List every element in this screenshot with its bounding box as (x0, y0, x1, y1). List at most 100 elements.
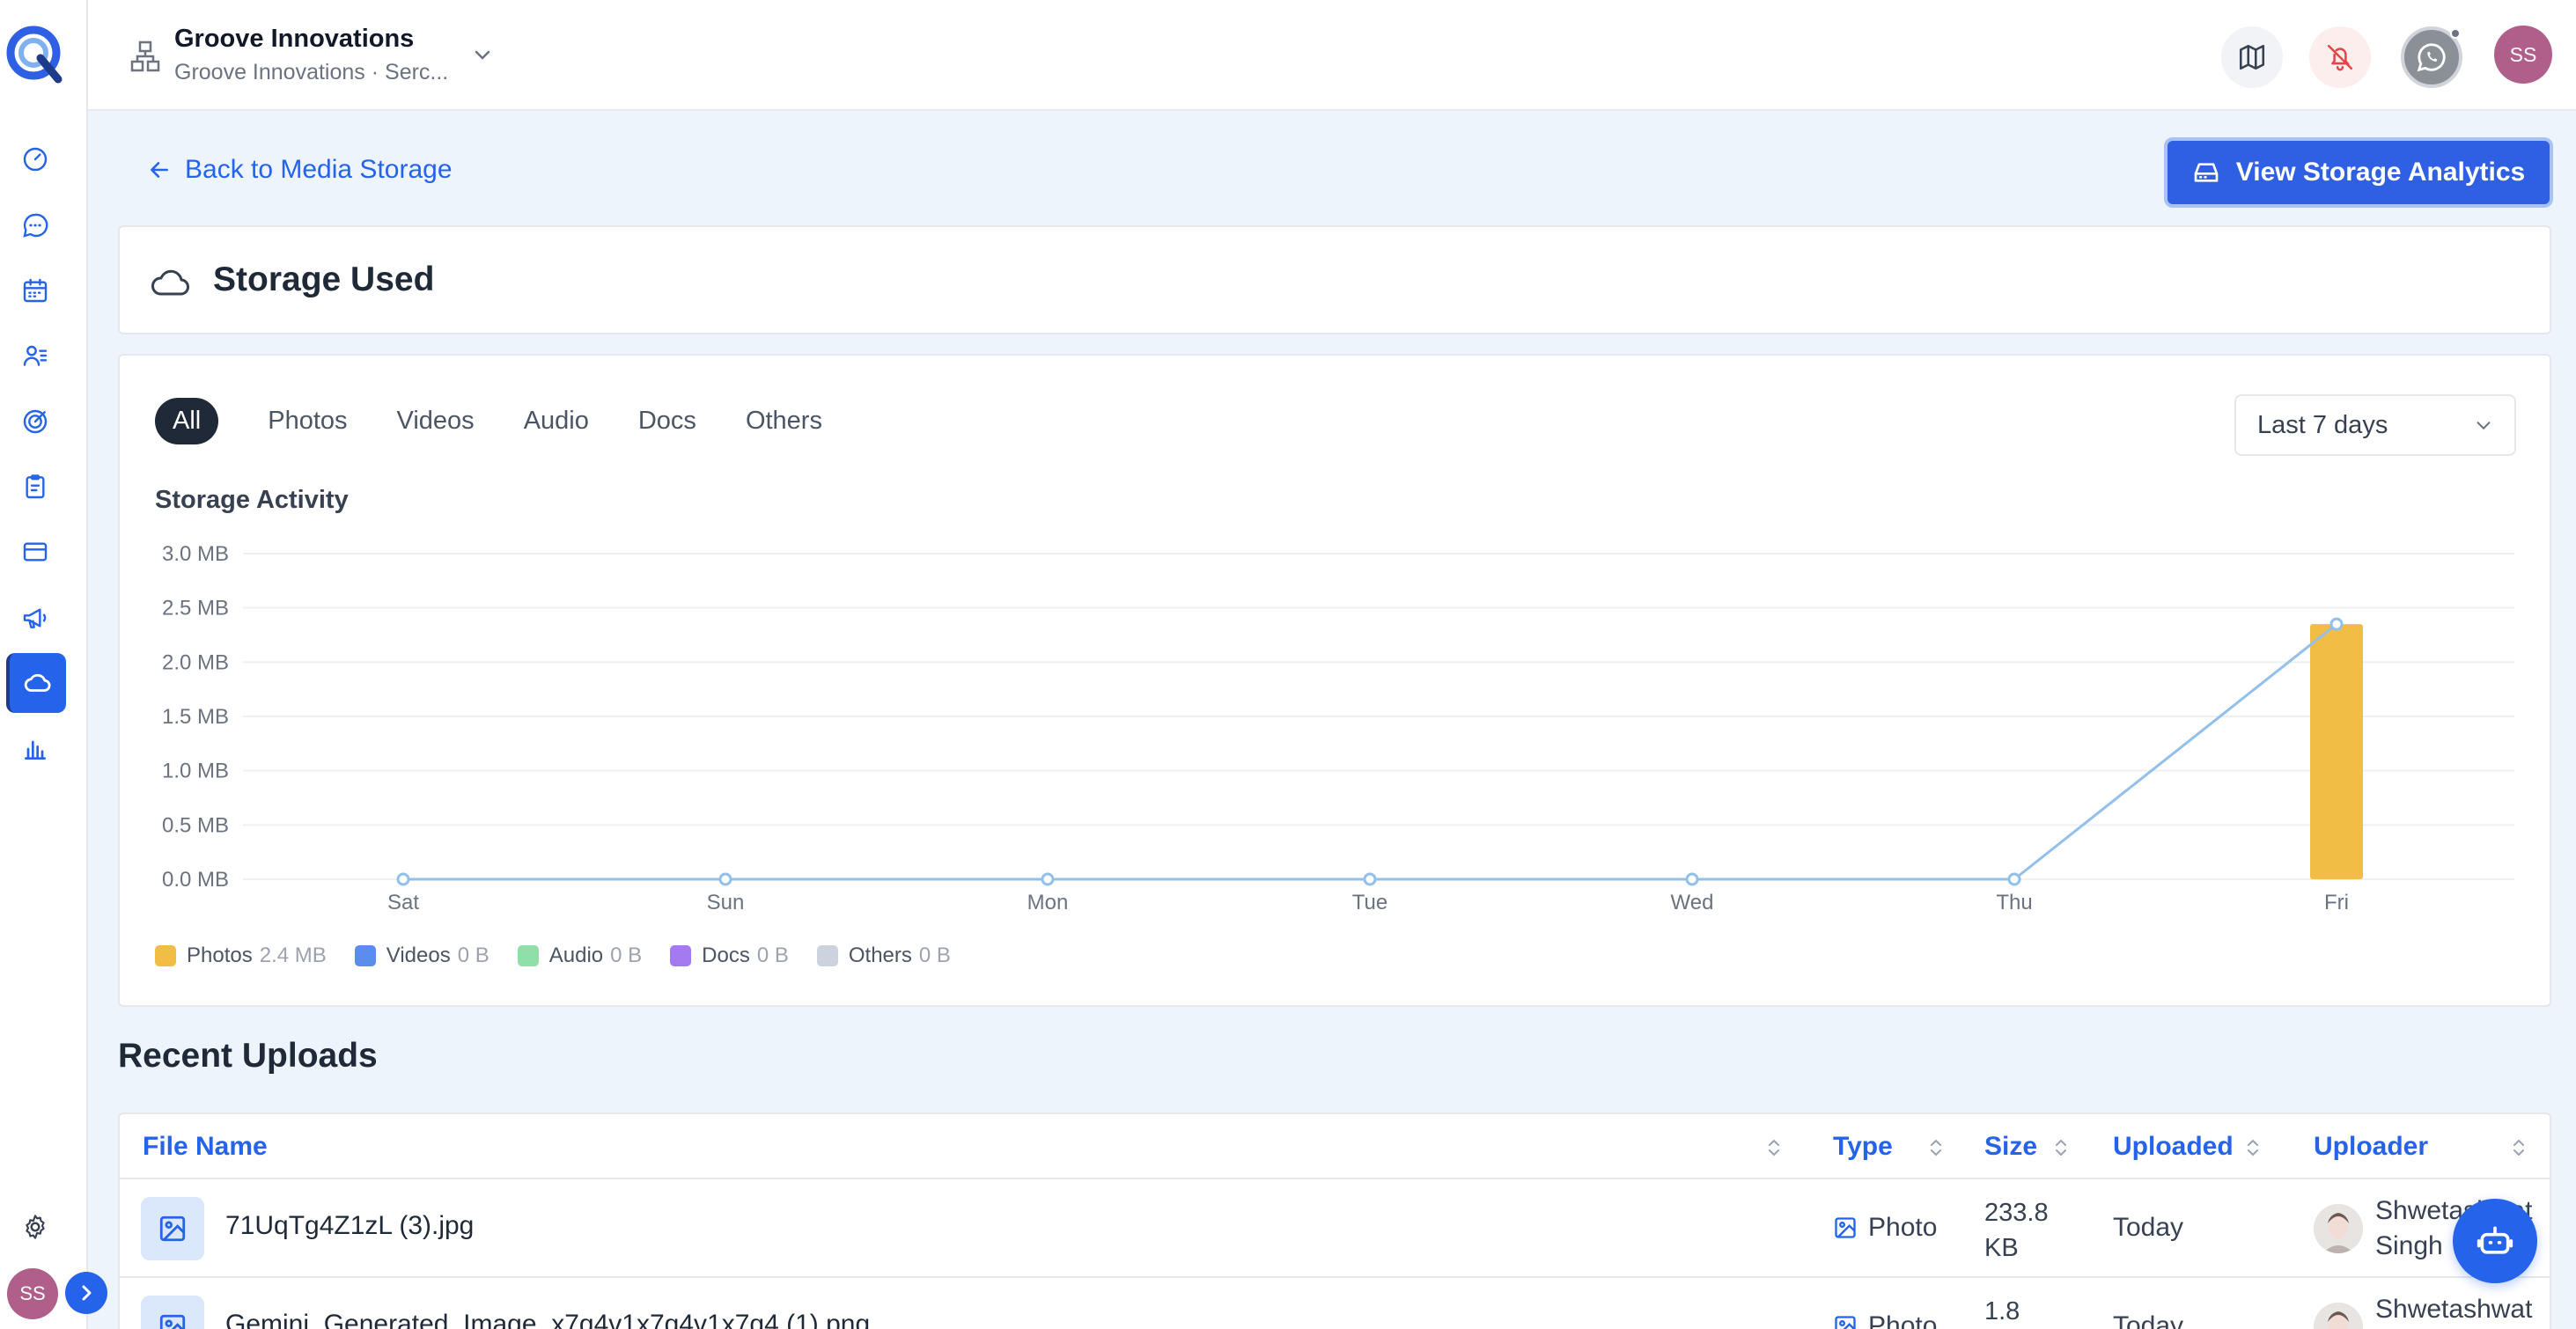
sort-icon[interactable] (1766, 1135, 1782, 1160)
period-select-value: Last 7 days (2257, 410, 2388, 439)
dashboard-gauge-icon[interactable] (19, 143, 51, 175)
chat-bubble-icon[interactable] (19, 209, 51, 241)
legend-swatch (155, 945, 176, 966)
tab-docs[interactable]: Docs (638, 407, 696, 436)
line-point (1363, 872, 1377, 886)
cloud-icon (151, 269, 189, 296)
image-file-icon (141, 1296, 204, 1329)
chart-title: Storage Activity (155, 486, 349, 514)
sidebar-expand-button[interactable] (65, 1272, 107, 1314)
x-tick-label: Tue (1352, 891, 1387, 914)
x-tick-label: Mon (1027, 891, 1069, 914)
uploader-avatar (2314, 1204, 2363, 1253)
whatsapp-button[interactable] (2401, 26, 2462, 88)
storage-used-card: Storage Used (118, 225, 2551, 334)
legend-value: 2.4 MB (259, 944, 327, 967)
x-tick-label: Fri (2324, 891, 2349, 914)
y-tick-label: 2.5 MB (162, 597, 229, 620)
legend-item-others[interactable]: Others 0 B (816, 944, 951, 968)
file-size: 1.8 MB (1984, 1297, 2020, 1325)
sort-icon[interactable] (1928, 1135, 1944, 1160)
user-avatar[interactable]: SS (2494, 26, 2552, 84)
legend-item-videos[interactable]: Videos 0 B (354, 944, 489, 968)
legend-item-photos[interactable]: Photos 2.4 MB (155, 944, 327, 968)
ai-assistant-button[interactable] (2453, 1199, 2537, 1283)
organization-name[interactable]: Groove Innovations (174, 25, 414, 54)
tab-all[interactable]: All (155, 398, 219, 444)
legend-swatch (354, 945, 376, 966)
organization-subtitle: Groove Innovations · Serc... (174, 60, 449, 84)
line-point (396, 872, 410, 886)
column-header-size[interactable]: Size (1984, 1132, 2037, 1162)
map-button[interactable] (2221, 26, 2283, 88)
recent-uploads-title: Recent Uploads (118, 1037, 378, 1075)
calendar-icon[interactable] (19, 275, 51, 306)
payment-card-icon[interactable] (19, 536, 51, 568)
legend-value: 0 B (457, 944, 489, 967)
view-storage-analytics-button[interactable]: View Storage Analytics (2164, 137, 2553, 208)
sort-icon[interactable] (2053, 1135, 2069, 1160)
recent-uploads-table: File Name Type Size Uploaded Uploader 71UqTg… (118, 1112, 2551, 1329)
bell-off-icon (2327, 44, 2353, 71)
sort-icon[interactable] (2511, 1135, 2527, 1160)
file-name[interactable]: 71UqTg4Z1zL (3).jpg (225, 1211, 474, 1241)
storage-activity-card: All Photos Videos Audio Docs Others Last 7 da… (118, 354, 2551, 1007)
table-row[interactable]: Gemini_Generated_Image_x7q4v1x7q4v1x7q4 … (120, 1278, 2550, 1329)
filter-tabs: All Photos Videos Audio Docs Others (155, 398, 872, 444)
x-tick-label: Sat (387, 891, 419, 914)
notifications-muted-button[interactable] (2309, 26, 2371, 88)
tab-videos[interactable]: Videos (397, 407, 475, 436)
sidebar-avatar[interactable]: SS (7, 1268, 58, 1319)
x-tick-label: Sun (707, 891, 745, 914)
legend-item-audio[interactable]: Audio 0 B (517, 944, 642, 968)
arrow-left-icon (151, 162, 168, 178)
sidebar: SS (0, 0, 107, 1329)
table-row[interactable]: 71UqTg4Z1zL (3).jpg Photo 233.8 KB Today Shw… (120, 1179, 2550, 1278)
line-point (2007, 872, 2021, 886)
file-name[interactable]: Gemini_Generated_Image_x7q4v1x7q4v1x7q4 … (225, 1310, 870, 1329)
y-tick-label: 0.0 MB (162, 868, 229, 892)
organization-icon (130, 40, 160, 72)
table-header: File Name Type Size Uploaded Uploader (120, 1114, 2550, 1179)
x-tick-label: Thu (1996, 891, 2032, 914)
column-header-file-name[interactable]: File Name (143, 1132, 268, 1162)
uploader-avatar (2314, 1303, 2363, 1329)
file-size: 233.8 KB (1984, 1199, 2049, 1262)
robot-icon (2477, 1226, 2513, 1254)
column-header-uploaded[interactable]: Uploaded (2113, 1132, 2234, 1162)
app-logo[interactable] (2, 19, 69, 86)
settings-gear-icon[interactable] (19, 1211, 51, 1243)
back-link-label: Back to Media Storage (185, 155, 453, 184)
legend-label: Docs (702, 944, 750, 967)
chevron-down-icon[interactable] (472, 44, 493, 65)
storage-used-title: Storage Used (213, 261, 435, 298)
image-file-icon (141, 1197, 204, 1260)
clipboard-icon[interactable] (19, 471, 51, 503)
column-header-uploader[interactable]: Uploader (2314, 1132, 2428, 1162)
line-point (1685, 872, 1699, 886)
bar-photos (2310, 624, 2363, 879)
legend-swatch (517, 945, 539, 966)
megaphone-icon[interactable] (19, 602, 51, 634)
tab-photos[interactable]: Photos (268, 407, 347, 436)
whatsapp-icon (2417, 43, 2446, 72)
chevron-right-icon (82, 1285, 92, 1301)
back-to-media-storage-link[interactable]: Back to Media Storage (148, 155, 453, 185)
chart-legend: Photos 2.4 MB Videos 0 B Audio 0 B Docs 0 B Othe… (155, 944, 979, 968)
bar-chart-icon[interactable] (19, 733, 51, 765)
file-type: Photo (1833, 1213, 1937, 1243)
cloud-storage-icon[interactable] (6, 653, 66, 713)
period-select[interactable]: Last 7 days (2234, 394, 2516, 456)
file-type: Photo (1833, 1311, 1937, 1329)
legend-item-docs[interactable]: Docs 0 B (670, 944, 789, 968)
contacts-list-icon[interactable] (19, 340, 51, 371)
legend-label: Others (848, 944, 912, 967)
tab-others[interactable]: Others (746, 407, 822, 436)
column-header-type[interactable]: Type (1833, 1132, 1893, 1162)
tab-audio[interactable]: Audio (524, 407, 589, 436)
file-type-label: Photo (1868, 1311, 1938, 1329)
y-tick-label: 1.0 MB (162, 760, 229, 783)
uploaded-date: Today (2113, 1311, 2184, 1329)
sort-icon[interactable] (2245, 1135, 2261, 1160)
target-icon[interactable] (19, 406, 51, 437)
